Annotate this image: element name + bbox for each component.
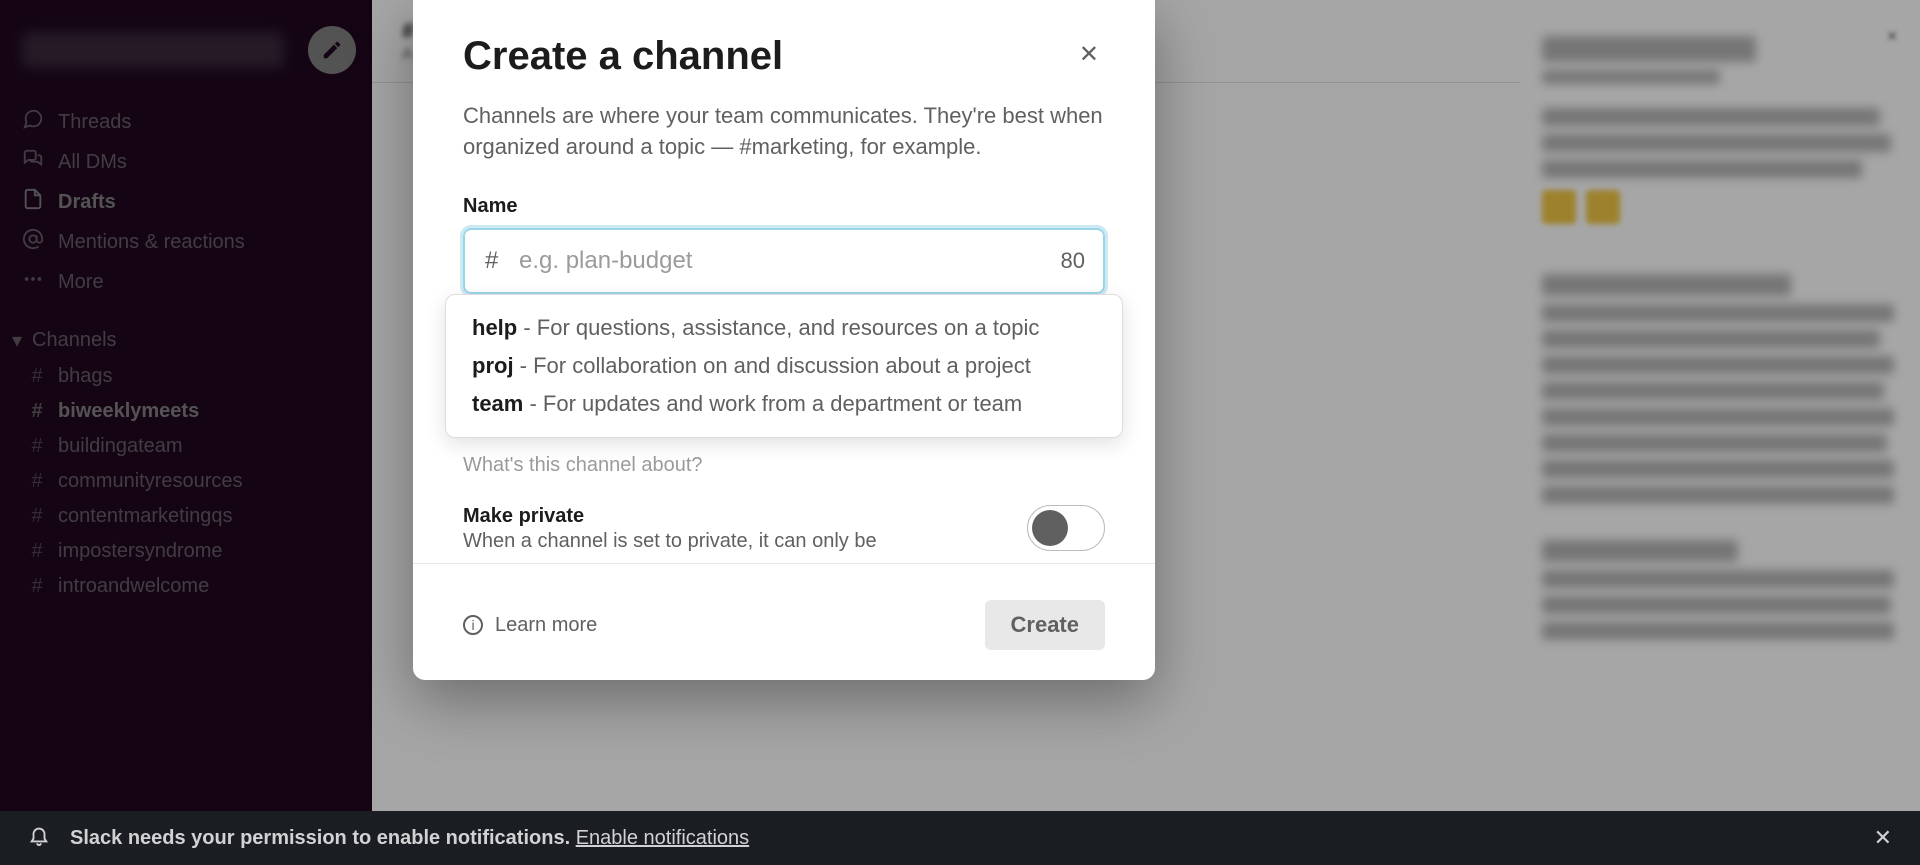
channels-section-header[interactable]: ▾ Channels (0, 310, 372, 359)
suggestion-team[interactable]: team - For updates and work from a depar… (446, 385, 1122, 423)
enable-notifications-link[interactable]: Enable notifications (576, 827, 749, 849)
char-count: 80 (1061, 248, 1085, 274)
mentions-icon (22, 228, 44, 256)
threads-icon (22, 108, 44, 136)
name-suggestions-dropdown: help - For questions, assistance, and re… (445, 294, 1123, 438)
suggestion-help[interactable]: help - For questions, assistance, and re… (446, 309, 1122, 347)
nav-item-threads[interactable]: Threads (10, 102, 362, 142)
hash-icon: # (28, 540, 46, 563)
compose-button[interactable] (308, 26, 356, 74)
nav-item-more[interactable]: More (10, 262, 362, 302)
workspace-header (0, 18, 372, 94)
notification-text: Slack needs your permission to enable no… (70, 827, 576, 849)
channel-label: bhags (58, 365, 113, 388)
channel-item-communityresources[interactable]: # communityresources (0, 464, 372, 499)
channel-item-buildingateam[interactable]: # buildingateam (0, 429, 372, 464)
channel-item-bhags[interactable]: # bhags (0, 359, 372, 394)
nav-item-mentions-reactions[interactable]: Mentions & reactions (10, 222, 362, 262)
hash-icon: # (28, 435, 46, 458)
more-icon (22, 268, 44, 296)
nav-item-label: Threads (58, 111, 131, 134)
hash-icon: # (28, 575, 46, 598)
suggestion-desc: - For collaboration on and discussion ab… (514, 353, 1031, 378)
name-field: Name # 80 help - For questions, assistan… (463, 195, 1105, 294)
create-button[interactable]: Create (985, 600, 1105, 650)
channel-item-biweeklymeets[interactable]: # biweeklymeets (0, 394, 372, 429)
nav-list: Threads All DMs Drafts Mentions & reactions… (0, 94, 372, 310)
learn-more-link[interactable]: i Learn more (463, 614, 597, 637)
create-channel-modal: Create a channel ✕ Channels are where yo… (413, 0, 1155, 680)
make-private-title: Make private (463, 505, 877, 528)
info-icon: i (463, 615, 483, 635)
toggle-knob (1032, 510, 1068, 546)
nav-item-label: More (58, 271, 104, 294)
hash-icon: # (28, 505, 46, 528)
channel-label: contentmarketingqs (58, 505, 233, 528)
make-private-toggle[interactable] (1027, 505, 1105, 551)
hash-icon: # (28, 470, 46, 493)
make-private-row: Make private When a channel is set to pr… (463, 505, 1105, 553)
close-icon: ✕ (1874, 825, 1892, 850)
channel-item-impostersyndrome[interactable]: # impostersyndrome (0, 534, 372, 569)
channel-label: impostersyndrome (58, 540, 223, 563)
nav-item-label: Drafts (58, 191, 116, 214)
channel-name-input[interactable] (463, 228, 1105, 294)
channels-header-label: Channels (32, 329, 117, 352)
nav-item-label: All DMs (58, 151, 127, 174)
hash-icon: # (28, 365, 46, 388)
suggestion-prefix: proj (472, 353, 514, 378)
suggestion-prefix: help (472, 315, 517, 340)
workspace-name[interactable] (22, 32, 284, 68)
hash-icon: # (485, 247, 498, 275)
notification-close-button[interactable]: ✕ (1874, 825, 1892, 851)
modal-close-button[interactable]: ✕ (1073, 34, 1105, 75)
suggestion-desc: - For questions, assistance, and resourc… (517, 315, 1039, 340)
close-icon: ✕ (1079, 41, 1099, 68)
modal-title: Create a channel (463, 34, 1073, 79)
channel-label: buildingateam (58, 435, 183, 458)
nav-item-all-dms[interactable]: All DMs (10, 142, 362, 182)
modal-description: Channels are where your team communicate… (463, 101, 1105, 163)
make-private-subtitle: When a channel is set to private, it can… (463, 530, 877, 553)
suggestion-prefix: team (472, 391, 523, 416)
learn-more-label: Learn more (495, 614, 597, 637)
channel-label: communityresources (58, 470, 243, 493)
drafts-icon (22, 188, 44, 216)
channel-label: biweeklymeets (58, 400, 199, 423)
suggestion-desc: - For updates and work from a department… (523, 391, 1022, 416)
right-pane: ✕ (1520, 0, 1920, 865)
suggestion-proj[interactable]: proj - For collaboration on and discussi… (446, 347, 1122, 385)
nav-item-drafts[interactable]: Drafts (10, 182, 362, 222)
notification-bar: Slack needs your permission to enable no… (0, 811, 1920, 865)
nav-item-label: Mentions & reactions (58, 231, 245, 254)
description-placeholder: What's this channel about? (463, 454, 1105, 477)
channel-label: introandwelcome (58, 575, 209, 598)
caret-down-icon: ▾ (12, 328, 22, 353)
channel-list: # bhags # biweeklymeets # buildingateam # commu… (0, 359, 372, 604)
channel-item-introandwelcome[interactable]: # introandwelcome (0, 569, 372, 604)
create-button-label: Create (1011, 612, 1079, 637)
compose-icon (321, 39, 343, 61)
channel-item-contentmarketingqs[interactable]: # contentmarketingqs (0, 499, 372, 534)
dms-icon (22, 148, 44, 176)
bell-icon (28, 824, 50, 852)
name-label: Name (463, 195, 1105, 218)
hash-icon: # (28, 400, 46, 423)
close-icon[interactable]: ✕ (1886, 28, 1898, 45)
sidebar: Threads All DMs Drafts Mentions & reactions… (0, 0, 372, 865)
